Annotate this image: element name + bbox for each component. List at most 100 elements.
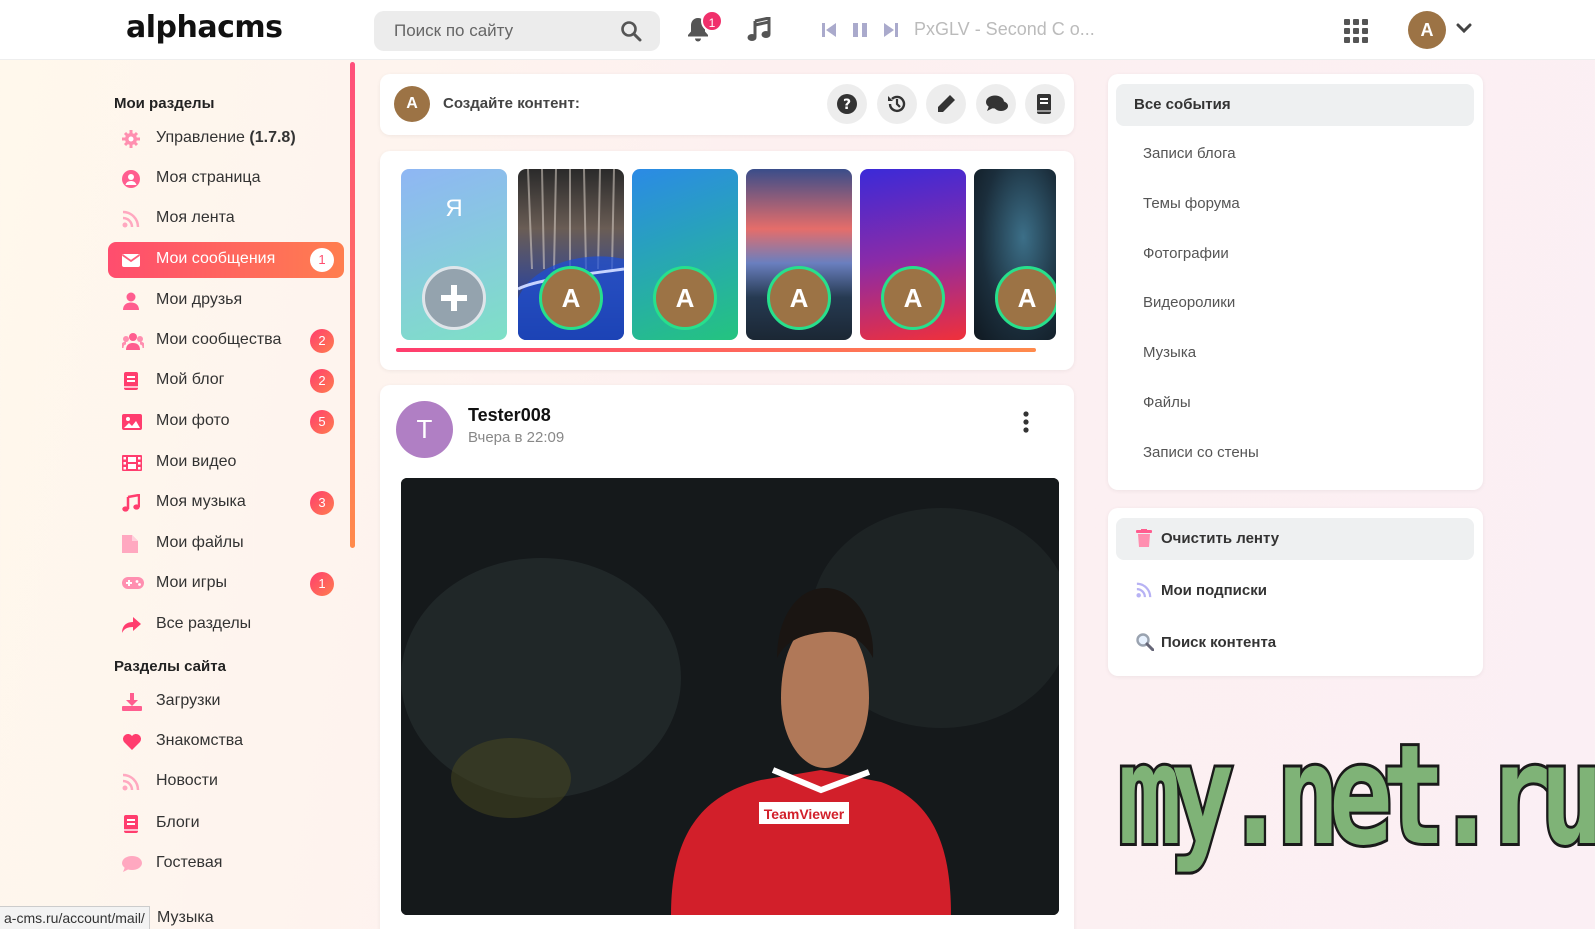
skip-forward-icon[interactable] <box>884 22 898 43</box>
stories-scrollbar[interactable] <box>396 348 1036 352</box>
pause-icon[interactable] <box>852 22 868 43</box>
site-logo[interactable]: alphacms <box>126 10 283 45</box>
mail-icon <box>121 251 141 269</box>
track-title[interactable]: PxGLV - Second C o... <box>914 19 1095 40</box>
story-avatar: A <box>995 266 1056 330</box>
sidebar-item-my-page[interactable]: Моя страница <box>108 161 344 197</box>
rss-icon <box>122 773 140 791</box>
story-avatar: A <box>881 266 945 330</box>
story-item[interactable]: A <box>860 169 966 340</box>
users-icon <box>120 332 146 350</box>
gamepad-icon <box>122 575 144 593</box>
post-author-avatar[interactable]: T <box>396 401 453 458</box>
comments-icon <box>986 95 1008 111</box>
filter-all-events[interactable]: Все события <box>1116 84 1474 126</box>
question-icon: ? <box>837 94 857 114</box>
sidebar-item-label: Моя музыка <box>156 493 246 510</box>
search-content-button[interactable]: Поиск контента <box>1116 622 1474 664</box>
version-label: (1.7.8) <box>249 129 296 146</box>
sidebar-item-games[interactable]: Мои игры 1 <box>108 566 344 602</box>
count-badge: 1 <box>310 248 334 272</box>
more-vertical-icon[interactable] <box>1022 411 1030 438</box>
write-button[interactable] <box>926 84 966 124</box>
filter-forum-topics[interactable]: Темы форума <box>1143 195 1240 212</box>
sidebar-item-videos[interactable]: Мои видео <box>108 445 344 481</box>
avatar[interactable]: A <box>394 86 430 122</box>
filter-blog-posts[interactable]: Записи блога <box>1143 145 1236 162</box>
discussion-button[interactable] <box>976 84 1016 124</box>
sidebar-item-files[interactable]: Мои файлы <box>108 526 344 562</box>
sidebar-item-music-partial[interactable]: Музыка <box>157 909 214 927</box>
post-image[interactable]: TeamViewer <box>401 478 1059 915</box>
story-avatar: A <box>539 266 603 330</box>
create-content-card: A Создайте контент: ? <box>380 74 1074 135</box>
sidebar-item-label: Все разделы <box>156 615 252 632</box>
search-input[interactable] <box>374 11 614 51</box>
count-badge: 2 <box>310 369 334 393</box>
book-icon <box>1037 94 1051 114</box>
search-icon <box>1136 633 1155 656</box>
user-icon <box>122 292 140 310</box>
sidebar-item-feed[interactable]: Моя лента <box>108 201 344 237</box>
history-button[interactable] <box>877 84 917 124</box>
sidebar-item-blog[interactable]: Мой блог 2 <box>108 363 344 399</box>
sidebar-item-label: Мои файлы <box>156 534 244 551</box>
sidebar-item-friends[interactable]: Мои друзья <box>108 283 344 319</box>
story-item[interactable]: A <box>746 169 852 340</box>
sidebar-item-dating[interactable]: Знакомства <box>108 724 344 760</box>
skip-back-icon[interactable] <box>822 22 836 43</box>
trash-icon <box>1136 529 1152 552</box>
sidebar-item-downloads[interactable]: Загрузки <box>108 684 344 720</box>
sidebar-item-blogs[interactable]: Блоги <box>108 806 344 842</box>
sidebar-item-all-sections[interactable]: Все разделы <box>108 607 344 643</box>
add-story-button[interactable] <box>422 266 486 330</box>
story-item[interactable]: A <box>518 169 624 340</box>
events-filter-card: Все события Записи блога Темы форума Фот… <box>1108 74 1483 490</box>
sidebar-item-photos[interactable]: Мои фото 5 <box>108 404 344 440</box>
story-item[interactable]: A <box>974 169 1056 340</box>
gear-icon <box>122 130 140 148</box>
pencil-icon <box>938 95 955 112</box>
stories-card: Я A A A A A <box>380 151 1074 370</box>
chevron-down-icon[interactable] <box>1456 22 1472 40</box>
story-item[interactable]: A <box>632 169 738 340</box>
filter-photos[interactable]: Фотографии <box>1143 245 1229 262</box>
sidebar-item-guestbook[interactable]: Гостевая <box>108 846 344 882</box>
user-avatar[interactable]: A <box>1408 11 1446 49</box>
story-avatar: A <box>767 266 831 330</box>
filter-files[interactable]: Файлы <box>1143 394 1191 411</box>
notification-badge: 1 <box>701 10 723 32</box>
comment-icon <box>122 855 142 873</box>
sidebar-item-admin[interactable]: Управление (1.7.8) <box>108 121 344 157</box>
article-button[interactable] <box>1025 84 1065 124</box>
sidebar: Мои разделы Управление (1.7.8) Моя стран… <box>108 60 352 929</box>
heart-icon <box>122 733 141 751</box>
sidebar-item-messages[interactable]: Мои сообщения 1 <box>108 242 344 278</box>
sidebar-item-label: Блоги <box>156 814 200 831</box>
story-add-my[interactable]: Я <box>401 169 507 340</box>
music-note-icon[interactable] <box>746 16 772 48</box>
apps-grid-icon[interactable] <box>1344 19 1368 48</box>
sidebar-item-label: Загрузки <box>156 692 221 709</box>
sidebar-item-label: Моя лента <box>156 209 235 226</box>
filter-music[interactable]: Музыка <box>1143 344 1196 361</box>
download-icon <box>122 693 142 711</box>
help-button[interactable]: ? <box>827 84 867 124</box>
browser-status-url: a-cms.ru/account/mail/ <box>0 906 150 929</box>
image-icon <box>122 413 142 431</box>
post-author[interactable]: Tester008 <box>468 405 551 426</box>
filter-videos[interactable]: Видеоролики <box>1143 294 1235 311</box>
sidebar-item-music[interactable]: Моя музыка 3 <box>108 485 344 521</box>
sidebar-item-news[interactable]: Новости <box>108 764 344 800</box>
plus-icon <box>441 285 467 311</box>
search-icon[interactable] <box>620 20 642 47</box>
my-subscriptions-button[interactable]: Мои подписки <box>1116 570 1474 612</box>
sidebar-item-label: Знакомства <box>156 732 244 749</box>
sidebar-item-label: Мои друзья <box>156 291 243 308</box>
create-content-label: Создайте контент: <box>443 95 580 112</box>
count-badge: 3 <box>310 491 334 515</box>
clear-feed-button[interactable]: Очистить ленту <box>1116 518 1474 560</box>
sidebar-item-communities[interactable]: Мои сообщества 2 <box>108 323 344 359</box>
filter-wall-posts[interactable]: Записи со стены <box>1143 444 1259 461</box>
svg-text:my.net.ru: my.net.ru <box>1118 715 1595 876</box>
